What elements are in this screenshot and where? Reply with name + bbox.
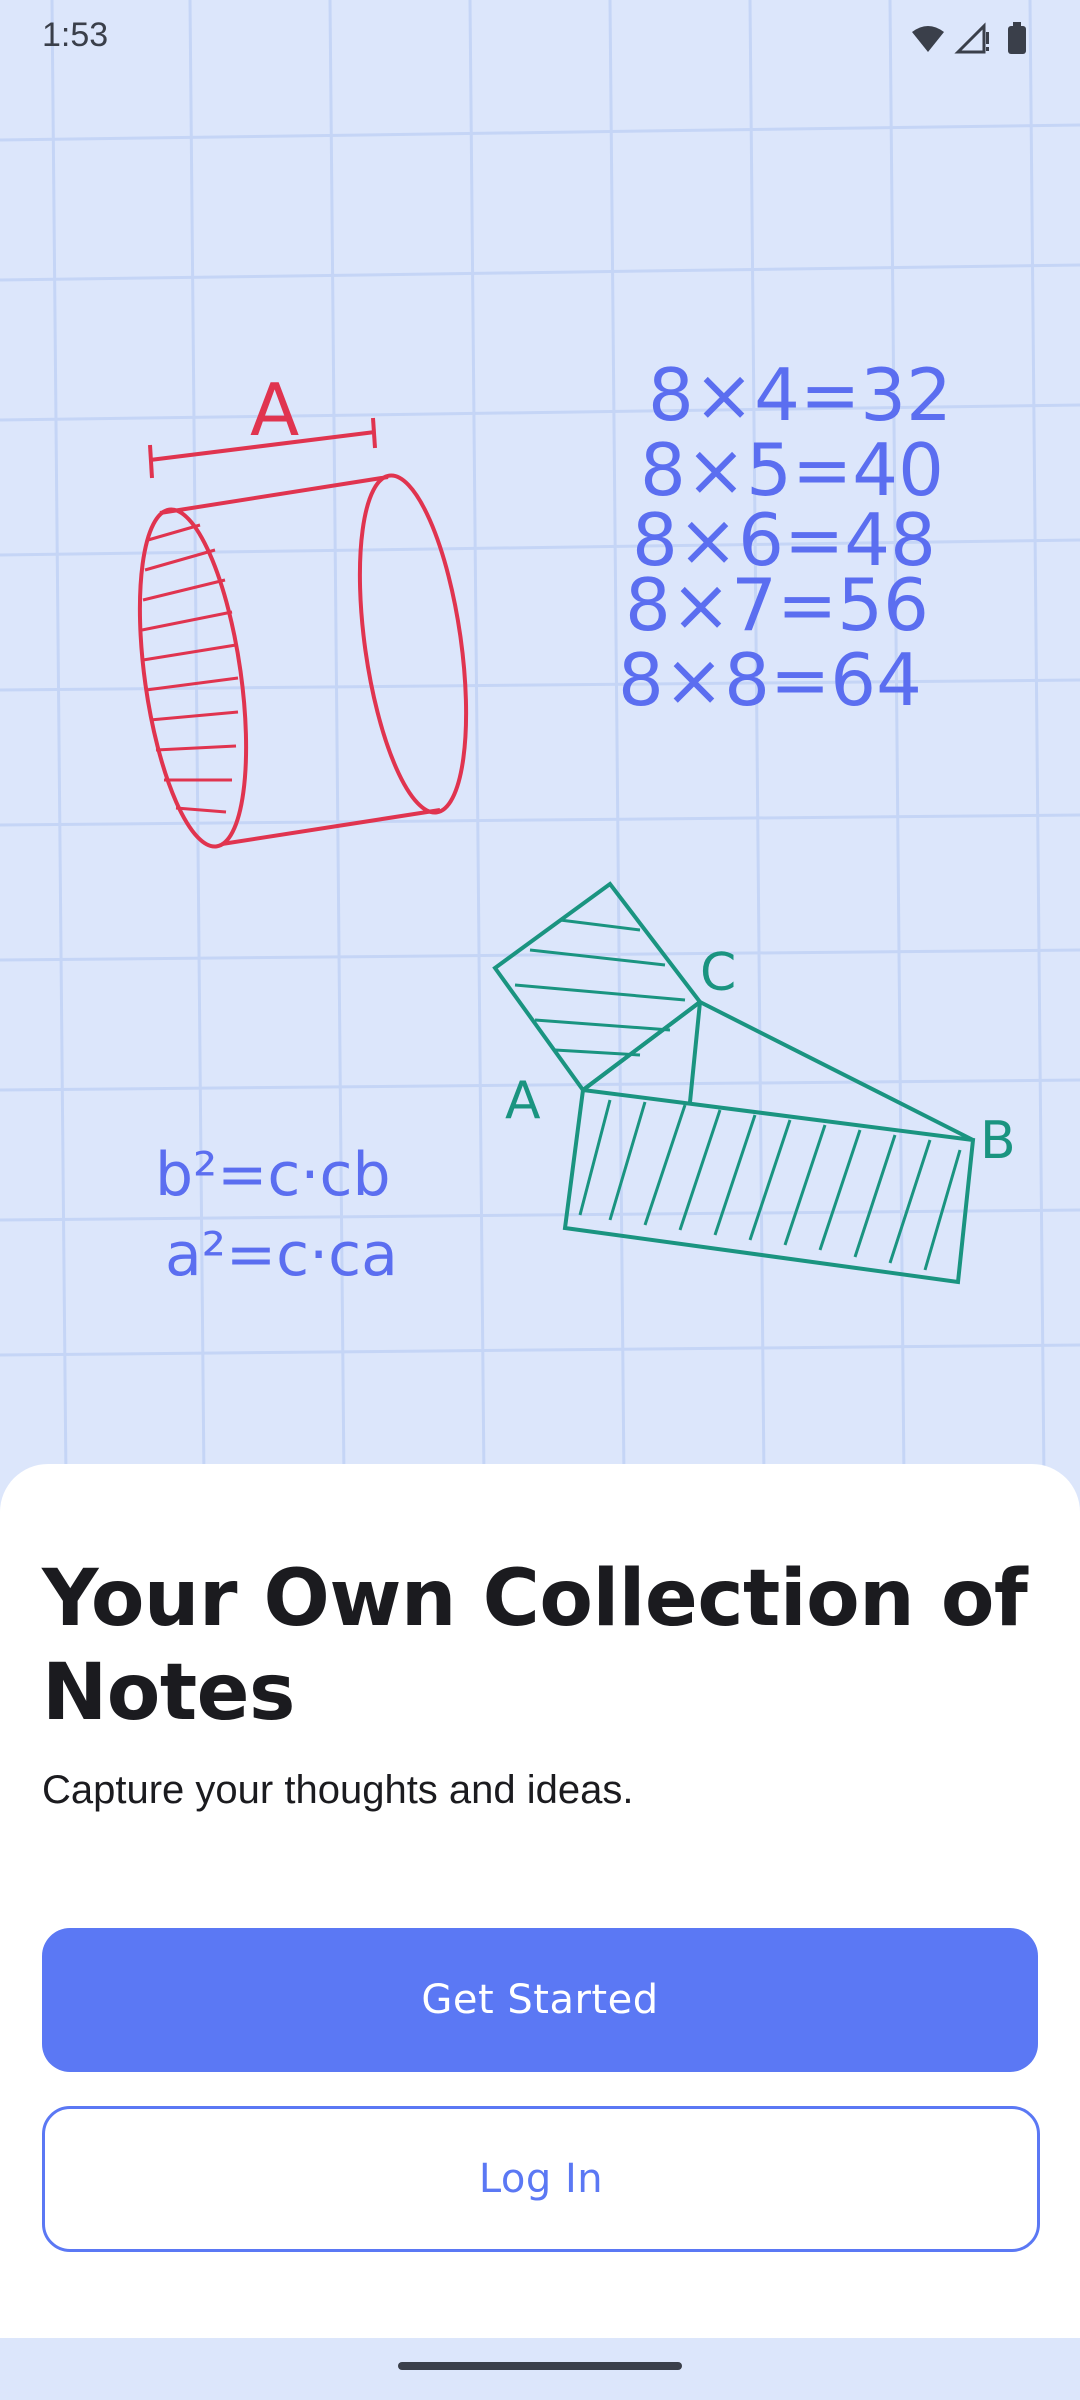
grid-lines bbox=[0, 0, 1080, 1480]
formula-line: a²=c·ca bbox=[165, 1220, 398, 1290]
status-bar: 1:53 bbox=[0, 0, 1080, 72]
login-button[interactable]: Log In bbox=[42, 2106, 1040, 2252]
wifi-icon bbox=[912, 26, 944, 52]
page-subtitle: Capture your thoughts and ideas. bbox=[42, 1768, 634, 1812]
multiplication-table: 8×4=32 8×5=40 8×6=48 8×7=56 8×8=64 bbox=[618, 353, 952, 722]
home-indicator[interactable] bbox=[398, 2362, 682, 2370]
battery-icon bbox=[1008, 22, 1026, 54]
triangle-label-c: C bbox=[700, 943, 736, 1003]
triangle-label-b: B bbox=[980, 1111, 1016, 1171]
cylinder-drawing bbox=[137, 417, 469, 849]
multiplication-line: 8×7=56 bbox=[625, 563, 929, 647]
formulas: b²=c·cb a²=c·ca bbox=[155, 1140, 398, 1290]
status-time: 1:53 bbox=[42, 16, 109, 54]
page-title: Your Own Collection of Notes bbox=[42, 1554, 1028, 1738]
status-icons bbox=[912, 22, 1026, 54]
formula-line: b²=c·cb bbox=[155, 1140, 391, 1210]
cylinder-label: A bbox=[250, 368, 299, 452]
hero-illustration: A 8×4=32 8×5=40 8×6=48 8×7=56 8×8=64 C A… bbox=[0, 0, 1080, 1480]
notes-illustration: A 8×4=32 8×5=40 8×6=48 8×7=56 8×8=64 C A… bbox=[0, 0, 1080, 1480]
multiplication-line: 8×8=64 bbox=[618, 638, 922, 722]
get-started-button[interactable]: Get Started bbox=[42, 1928, 1038, 2072]
multiplication-line: 8×4=32 bbox=[648, 353, 952, 437]
cellular-signal-icon bbox=[954, 22, 989, 54]
triangle-label-a: A bbox=[505, 1071, 541, 1131]
